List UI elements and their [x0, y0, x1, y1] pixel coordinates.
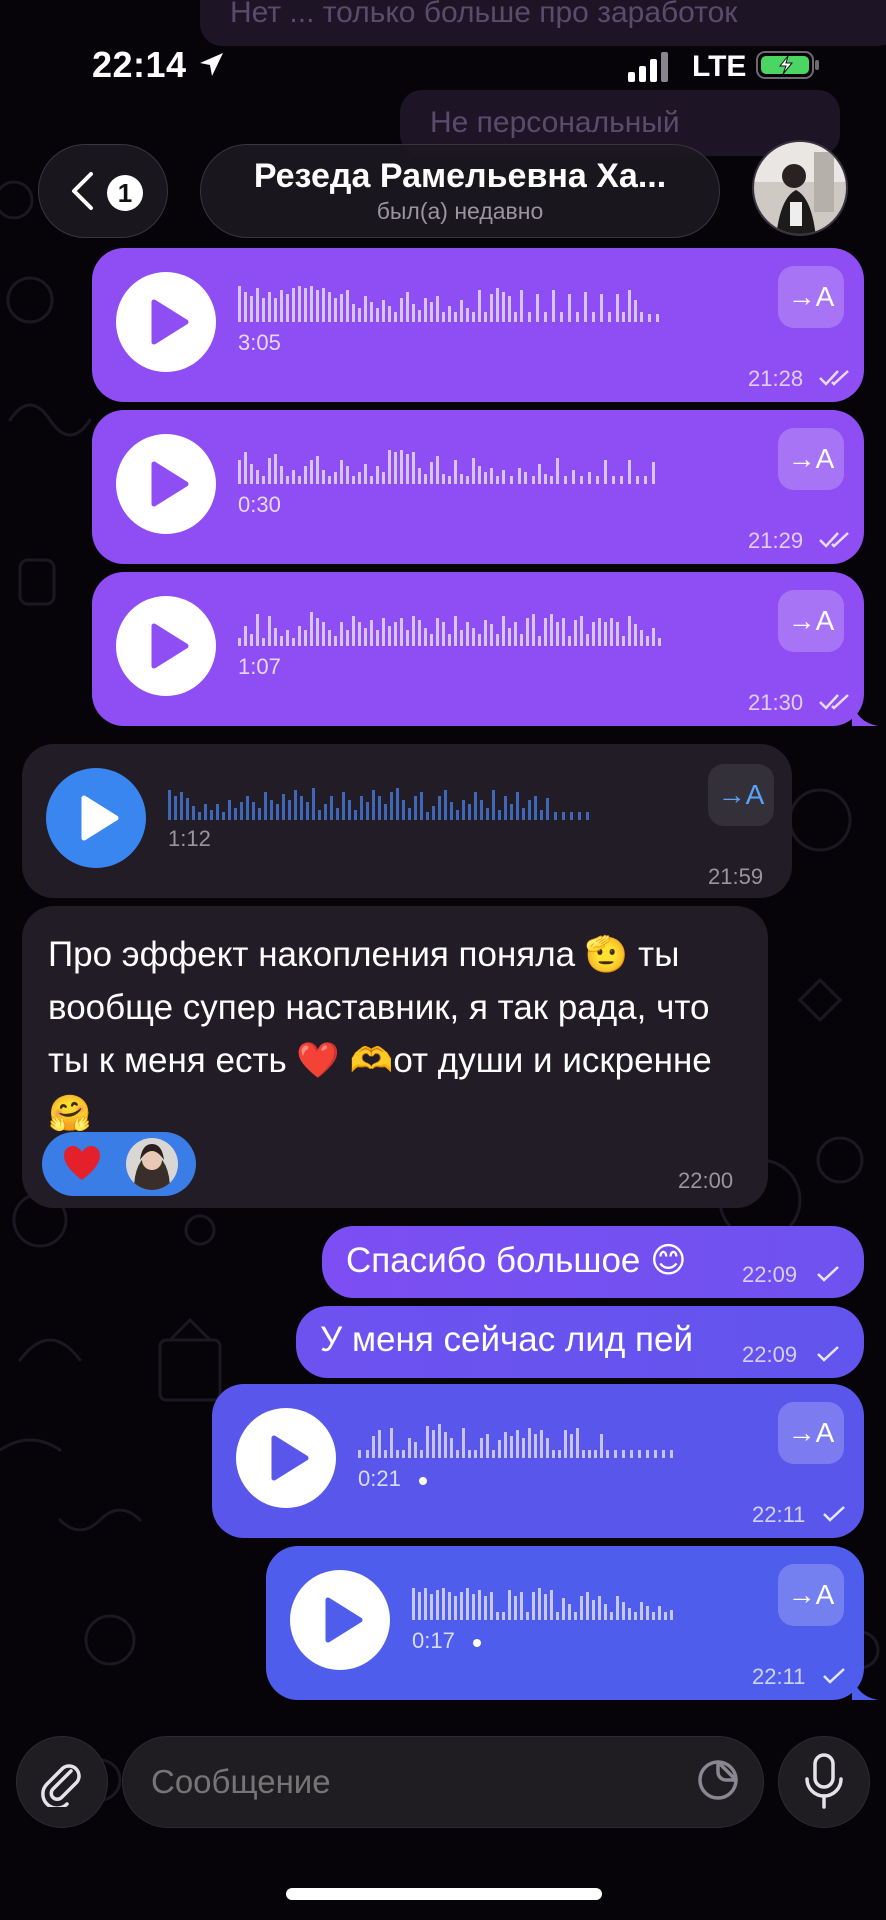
waveform — [168, 788, 589, 820]
play-icon — [81, 795, 119, 841]
transcribe-button[interactable]: →A — [778, 590, 844, 652]
message-time: 22:11 — [752, 1502, 806, 1527]
heart-icon — [64, 1146, 100, 1180]
voice-message[interactable]: 0:17 →A 22:11 — [266, 1546, 878, 1700]
text-message-outgoing[interactable]: Спасибо большое 😊 22:09 — [322, 1226, 864, 1298]
voice-message[interactable]: 1:07 →A 21:30 — [92, 572, 878, 726]
voice-duration: 3:05 — [238, 330, 281, 355]
back-button[interactable]: 1 — [38, 144, 168, 238]
message-text: Спасибо большое 😊 — [346, 1241, 687, 1280]
message-text: У меня сейчас лид пей — [320, 1320, 694, 1359]
transcribe-button[interactable]: →A — [778, 1564, 844, 1626]
sticker-icon[interactable] — [696, 1756, 742, 1802]
home-indicator — [286, 1888, 602, 1900]
voice-message-incoming[interactable]: 1:12 →A 21:59 — [22, 744, 792, 898]
check-icon — [817, 1266, 839, 1282]
message-input-bar — [0, 1720, 886, 1920]
paperclip-icon — [41, 1764, 81, 1807]
unplayed-dot-icon — [419, 1477, 427, 1485]
double-check-icon — [819, 370, 849, 386]
reaction-avatar — [126, 1138, 178, 1190]
play-icon — [151, 461, 189, 507]
double-check-icon — [819, 532, 849, 548]
bubble-tail — [852, 700, 878, 726]
play-icon — [325, 1597, 363, 1643]
play-button[interactable] — [46, 768, 146, 868]
avatar[interactable] — [752, 140, 848, 236]
status-time: 22:14 — [92, 44, 187, 85]
check-icon — [823, 1506, 845, 1522]
voice-duration: 0:17 — [412, 1628, 455, 1653]
waveform — [412, 1588, 673, 1620]
waveform — [238, 612, 661, 646]
play-button[interactable] — [236, 1408, 336, 1508]
unplayed-dot-icon — [473, 1639, 481, 1647]
voice-message[interactable]: 0:30 →A 21:29 — [92, 410, 864, 564]
battery-charging-icon — [756, 51, 819, 79]
status-bar: 22:14 LTE — [0, 0, 886, 130]
message-time: 21:30 — [748, 690, 804, 715]
message-input[interactable] — [122, 1736, 764, 1828]
play-icon — [271, 1435, 309, 1481]
waveform — [238, 286, 659, 322]
voice-duration: 1:12 — [168, 826, 211, 851]
chat-status: был(а) недавно — [376, 198, 544, 224]
play-icon — [151, 623, 189, 669]
message-text: Про эффект накопления поняла 🫡 ты вообще… — [48, 935, 712, 1133]
double-check-icon — [819, 694, 849, 710]
voice-message[interactable]: 3:05 →A 21:28 — [92, 248, 864, 402]
back-chevron-icon — [72, 172, 93, 210]
attach-button[interactable] — [16, 1736, 108, 1828]
message-time: 21:28 — [748, 366, 804, 391]
play-button[interactable] — [116, 434, 216, 534]
text-message-outgoing[interactable]: У меня сейчас лид пей 22:09 — [296, 1306, 864, 1378]
waveform — [358, 1424, 673, 1458]
message-time: 21:29 — [748, 528, 804, 553]
play-button[interactable] — [290, 1570, 390, 1670]
play-button[interactable] — [116, 596, 216, 696]
check-icon — [823, 1668, 845, 1684]
voice-message[interactable]: 0:21 →A 22:11 — [212, 1384, 864, 1538]
unread-badge: 1 — [107, 175, 143, 211]
chat-title: Резеда Рамельевна Ха... — [253, 157, 667, 195]
voice-duration: 0:30 — [238, 492, 281, 517]
play-icon — [151, 299, 189, 345]
location-arrow-icon — [200, 53, 223, 76]
microphone-icon — [805, 1753, 843, 1809]
chat-title-button[interactable]: Резеда Рамельевна Ха... был(а) недавно — [200, 144, 720, 238]
voice-duration: 1:07 — [238, 654, 281, 679]
voice-duration: 0:21 — [358, 1466, 401, 1491]
network-type: LTE — [692, 50, 747, 83]
play-button[interactable] — [116, 272, 216, 372]
transcribe-button[interactable]: →A — [708, 764, 774, 826]
message-time: 22:09 — [742, 1262, 798, 1287]
transcribe-button[interactable]: →A — [778, 266, 844, 328]
message-time: 22:09 — [742, 1342, 798, 1367]
text-message-incoming[interactable]: Про эффект накопления поняла 🫡 ты вообще… — [22, 906, 768, 1208]
avatar-photo — [754, 142, 846, 234]
reaction-avatar-photo — [126, 1138, 178, 1190]
transcribe-button[interactable]: →A — [778, 428, 844, 490]
waveform — [238, 450, 655, 484]
transcribe-button[interactable]: →A — [778, 1402, 844, 1464]
message-time: 22:11 — [752, 1664, 806, 1689]
reaction-badge[interactable] — [42, 1132, 196, 1196]
check-icon — [817, 1346, 839, 1362]
message-time: 21:59 — [708, 864, 764, 889]
bubble-tail — [852, 1674, 878, 1700]
microphone-button[interactable] — [778, 1736, 870, 1828]
chat-header: 1 Резеда Рамельевна Ха... был(а) недавно — [0, 140, 886, 248]
signal-icon — [628, 52, 668, 82]
message-time: 22:00 — [678, 1168, 734, 1193]
